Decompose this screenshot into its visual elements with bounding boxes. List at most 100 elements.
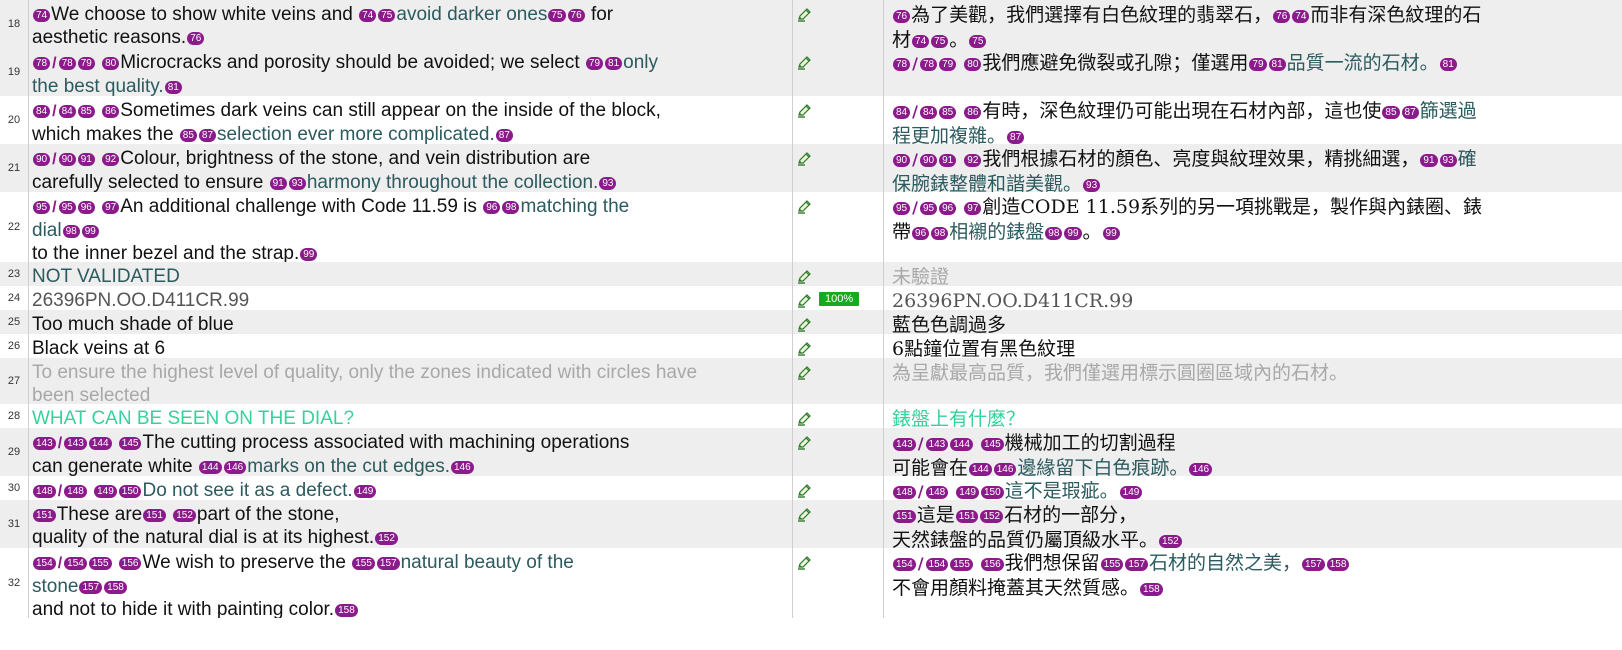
pencil-edit-icon[interactable]: [797, 54, 813, 75]
inline-tag[interactable]: 157: [1302, 558, 1325, 571]
source-cell[interactable]: 74 We choose to show white veins and 74 75…: [29, 0, 793, 48]
inline-tag[interactable]: 90: [919, 154, 938, 167]
inline-tag[interactable]: 148: [925, 486, 949, 499]
inline-tag[interactable]: 149: [94, 485, 117, 498]
inline-tag[interactable]: 154: [64, 557, 87, 570]
inline-tag[interactable]: 87: [198, 129, 217, 142]
source-cell[interactable]: 148/148 149 150 Do not see it as a defect.…: [29, 476, 793, 500]
inline-tag[interactable]: 80: [102, 57, 120, 70]
pencil-edit-icon[interactable]: [797, 102, 813, 123]
inline-tag[interactable]: 81: [1268, 58, 1286, 71]
inline-tag[interactable]: 78: [58, 57, 76, 70]
source-cell[interactable]: Black veins at 6: [29, 334, 793, 358]
inline-tag[interactable]: 99: [300, 248, 318, 261]
inline-tag[interactable]: 76: [1273, 10, 1291, 23]
inline-tag[interactable]: 79: [1249, 58, 1267, 71]
inline-tag[interactable]: 96: [939, 202, 957, 215]
inline-tag[interactable]: 86: [102, 105, 120, 118]
segment-row[interactable]: 25 Too much shade of blue 藍色色調過多: [0, 310, 1622, 334]
inline-tag[interactable]: 97: [964, 202, 982, 215]
inline-tag[interactable]: 90: [33, 153, 51, 166]
pencil-edit-icon[interactable]: [797, 292, 813, 310]
pencil-edit-icon[interactable]: [797, 410, 813, 428]
inline-tag[interactable]: 84: [893, 106, 911, 119]
pencil-edit-icon[interactable]: [797, 150, 813, 171]
inline-tag[interactable]: 151: [893, 510, 916, 523]
target-cell[interactable]: 未驗證: [884, 262, 1622, 286]
inline-tag[interactable]: 156: [118, 557, 142, 570]
inline-tag[interactable]: 92: [102, 153, 120, 166]
inline-tag[interactable]: 75: [931, 35, 949, 48]
inline-tag[interactable]: 81: [605, 57, 623, 70]
inline-tag[interactable]: 146: [223, 461, 247, 474]
inline-tag[interactable]: 74: [359, 9, 377, 22]
inline-tag[interactable]: 157: [376, 557, 400, 570]
segment-row[interactable]: 30 148/148 149 150 Do not see it as a defec…: [0, 476, 1622, 500]
inline-tag[interactable]: 92: [964, 154, 982, 167]
inline-tag[interactable]: 156: [980, 558, 1004, 571]
source-cell[interactable]: 84/84 85 86 Sometimes dark veins can still…: [29, 96, 793, 144]
inline-tag[interactable]: 152: [980, 510, 1004, 523]
inline-tag[interactable]: 76: [567, 9, 585, 22]
inline-tag[interactable]: 96: [77, 201, 95, 214]
segment-row[interactable]: 29 143/143 144 145 The cutting process asso…: [0, 428, 1622, 476]
inline-tag[interactable]: 81: [1439, 58, 1457, 71]
inline-tag[interactable]: 78: [919, 58, 938, 71]
inline-tag[interactable]: 150: [980, 486, 1004, 499]
pencil-edit-icon[interactable]: [797, 434, 813, 455]
inline-tag[interactable]: 74: [33, 9, 51, 22]
inline-tag[interactable]: 157: [79, 581, 103, 594]
inline-tag[interactable]: 152: [173, 509, 196, 522]
inline-tag[interactable]: 95: [33, 201, 51, 214]
inline-tag[interactable]: 149: [956, 486, 979, 499]
inline-tag[interactable]: 79: [585, 57, 604, 70]
inline-tag[interactable]: 152: [1159, 535, 1182, 548]
segment-row[interactable]: 31 151 These are 151 152 part of the stone, …: [0, 500, 1622, 548]
inline-tag[interactable]: 99: [81, 225, 99, 238]
inline-tag[interactable]: 148: [64, 485, 87, 498]
inline-tag[interactable]: 98: [931, 227, 949, 240]
inline-tag[interactable]: 85: [939, 106, 957, 119]
inline-tag[interactable]: 74: [912, 35, 930, 48]
segment-row[interactable]: 26 Black veins at 6 6點鐘位置有黑色紋理: [0, 334, 1622, 358]
inline-tag[interactable]: 75: [969, 35, 987, 48]
target-cell[interactable]: 76 為了美觀，我們選擇有白色紋理的翡翠石， 76 74 而非有深色紋理的石 材 74 75…: [884, 0, 1622, 48]
inline-tag[interactable]: 85: [179, 129, 197, 142]
inline-tag[interactable]: 76: [187, 32, 205, 45]
segment-row[interactable]: 23 NOT VALIDATED 未驗證: [0, 262, 1622, 286]
inline-tag[interactable]: 143: [33, 437, 56, 450]
inline-tag[interactable]: 144: [88, 437, 112, 450]
inline-tag[interactable]: 149: [1119, 486, 1143, 499]
inline-tag[interactable]: 154: [33, 557, 56, 570]
inline-tag[interactable]: 87: [495, 129, 513, 142]
inline-tag[interactable]: 144: [198, 461, 222, 474]
inline-tag[interactable]: 146: [451, 461, 474, 474]
inline-tag[interactable]: 95: [893, 202, 911, 215]
target-cell[interactable]: 154/154 155 156 我們想保留 155 157 石材的自然之美， 157 158 …: [884, 548, 1622, 618]
inline-tag[interactable]: 155: [352, 557, 375, 570]
inline-tag[interactable]: 90: [893, 154, 911, 167]
inline-tag[interactable]: 157: [1125, 558, 1149, 571]
inline-tag[interactable]: 99: [1064, 227, 1082, 240]
target-cell[interactable]: 78/78 79 80 我們應避免微裂或孔隙；僅選用 79 81 品質一流的石材。 81: [884, 48, 1622, 96]
source-cell[interactable]: 26396PN.OO.D411CR.99: [29, 286, 793, 310]
pencil-edit-icon[interactable]: [797, 340, 813, 358]
source-cell[interactable]: WHAT CAN BE SEEN ON THE DIAL?: [29, 404, 793, 428]
segment-row[interactable]: 22 95/95 96 97 An additional challenge with…: [0, 192, 1622, 262]
inline-tag[interactable]: 95: [919, 202, 938, 215]
target-cell[interactable]: 錶盤上有什麼？: [884, 404, 1622, 428]
source-cell[interactable]: 90/90 91 92 Colour, brightness of the ston…: [29, 144, 793, 192]
target-cell[interactable]: 151 這是 151 152 石材的一部分， 天然錶盤的品質仍屬頂級水平。 152: [884, 500, 1622, 548]
inline-tag[interactable]: 81: [164, 81, 182, 94]
inline-tag[interactable]: 148: [893, 486, 916, 499]
inline-tag[interactable]: 93: [599, 177, 617, 190]
pencil-edit-icon[interactable]: [797, 506, 813, 527]
inline-tag[interactable]: 87: [1007, 131, 1025, 144]
pencil-edit-icon[interactable]: [797, 316, 813, 334]
inline-tag[interactable]: 93: [288, 177, 306, 190]
segment-row[interactable]: 20 84/84 85 86 Sometimes dark veins can sti…: [0, 96, 1622, 144]
source-cell[interactable]: 143/143 144 145 The cutting process associ…: [29, 428, 793, 476]
inline-tag[interactable]: 86: [964, 106, 982, 119]
inline-tag[interactable]: 144: [969, 463, 992, 476]
target-cell[interactable]: 藍色色調過多: [884, 310, 1622, 334]
